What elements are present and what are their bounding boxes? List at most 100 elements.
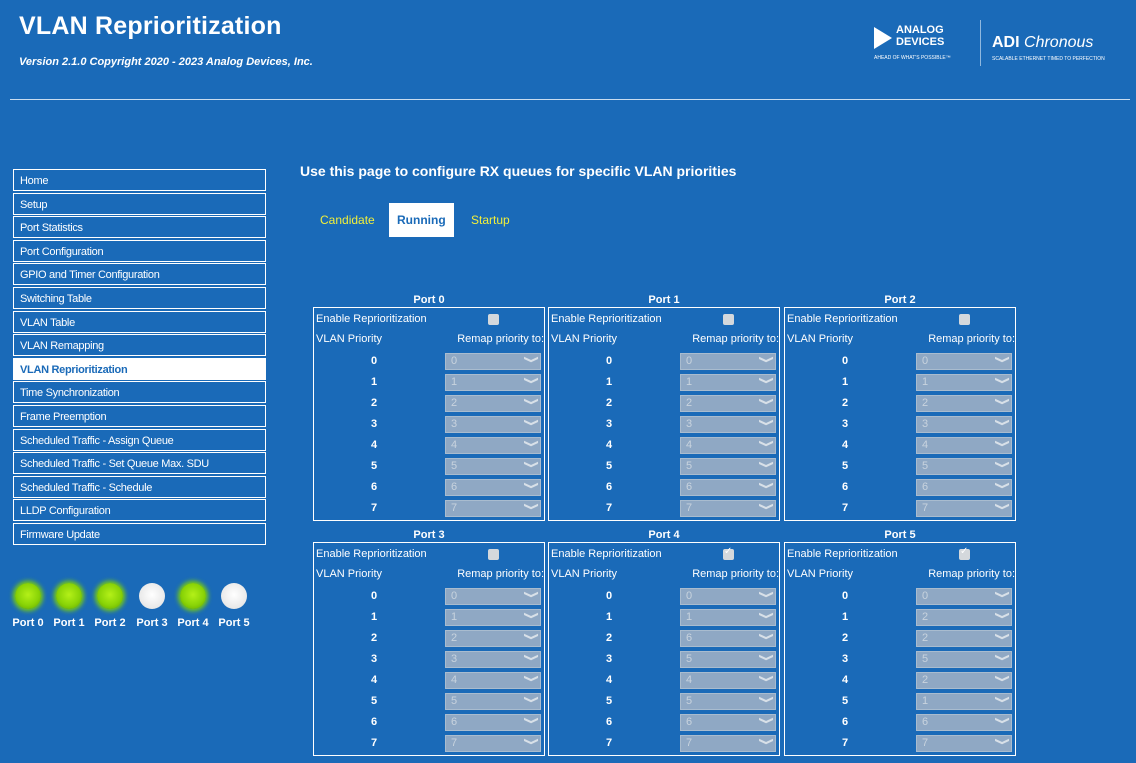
sidebar-item-time-synchronization[interactable]: Time Synchronization bbox=[13, 381, 266, 404]
remap-priority-select[interactable]: 2 ❯ bbox=[445, 630, 541, 647]
remap-priority-select[interactable]: 2 ❯ bbox=[445, 395, 541, 412]
remap-priority-select[interactable]: 2 ❯ bbox=[916, 395, 1012, 412]
remap-priority-select[interactable]: 1 ❯ bbox=[916, 693, 1012, 710]
remap-priority-select[interactable]: 7 ❯ bbox=[680, 500, 776, 517]
vlan-priority-value: 6 bbox=[605, 716, 613, 728]
remap-priority-select[interactable]: 5 ❯ bbox=[445, 693, 541, 710]
remap-priority-select[interactable]: 0 ❯ bbox=[445, 353, 541, 370]
remap-priority-select[interactable]: 3 ❯ bbox=[445, 651, 541, 668]
remap-priority-select[interactable]: 5 ❯ bbox=[445, 458, 541, 475]
sidebar-item-scheduled-traffic-schedule[interactable]: Scheduled Traffic - Schedule bbox=[13, 475, 266, 498]
chevron-down-icon: ❯ bbox=[523, 481, 539, 490]
remap-priority-select[interactable]: 3 ❯ bbox=[916, 416, 1012, 433]
chevron-down-icon: ❯ bbox=[994, 632, 1010, 641]
remap-priority-select[interactable]: 6 ❯ bbox=[445, 479, 541, 496]
remap-priority-select[interactable]: 0 ❯ bbox=[916, 353, 1012, 370]
vlan-priority-value: 5 bbox=[841, 460, 849, 472]
remap-priority-select[interactable]: 2 ❯ bbox=[916, 672, 1012, 689]
sidebar-item-firmware-update[interactable]: Firmware Update bbox=[13, 522, 266, 545]
chevron-down-icon: ❯ bbox=[758, 355, 774, 364]
chevron-down-icon: ❯ bbox=[994, 716, 1010, 725]
tab-startup[interactable]: Startup bbox=[463, 203, 518, 237]
column-headers: VLAN Priority Remap priority to: bbox=[787, 333, 1015, 347]
sidebar-item-vlan-reprioritization[interactable]: VLAN Reprioritization bbox=[13, 357, 266, 380]
priority-row: 5 1 ❯ bbox=[785, 692, 1015, 712]
remap-priority-select[interactable]: 0 ❯ bbox=[680, 353, 776, 370]
chevron-down-icon: ❯ bbox=[758, 716, 774, 725]
remap-priority-value: 2 bbox=[922, 611, 929, 623]
sidebar-item-switching-table[interactable]: Switching Table bbox=[13, 286, 266, 309]
sidebar-item-gpio-and-timer-configuration[interactable]: GPIO and Timer Configuration bbox=[13, 263, 266, 286]
remap-priority-select[interactable]: 6 ❯ bbox=[916, 479, 1012, 496]
remap-priority-select[interactable]: 1 ❯ bbox=[445, 609, 541, 626]
sidebar-item-setup[interactable]: Setup bbox=[13, 192, 266, 215]
remap-priority-select[interactable]: 7 ❯ bbox=[916, 500, 1012, 517]
remap-priority-select[interactable]: 4 ❯ bbox=[445, 437, 541, 454]
remap-priority-select[interactable]: 2 ❯ bbox=[680, 395, 776, 412]
remap-priority-select[interactable]: 1 ❯ bbox=[680, 609, 776, 626]
remap-priority-select[interactable]: 1 ❯ bbox=[680, 374, 776, 391]
enable-reprioritization-checkbox[interactable] bbox=[723, 546, 734, 560]
priority-row: 5 5 ❯ bbox=[314, 692, 544, 712]
remap-priority-select[interactable]: 5 ❯ bbox=[680, 651, 776, 668]
sidebar-item-vlan-table[interactable]: VLAN Table bbox=[13, 310, 266, 333]
remap-priority-select[interactable]: 7 ❯ bbox=[916, 735, 1012, 752]
port-title: Port 4 bbox=[648, 529, 680, 541]
enable-reprioritization-checkbox[interactable] bbox=[723, 314, 734, 325]
priority-row: 0 0 ❯ bbox=[549, 587, 779, 607]
sidebar-item-vlan-remapping[interactable]: VLAN Remapping bbox=[13, 334, 266, 357]
tab-candidate[interactable]: Candidate bbox=[312, 203, 383, 237]
priority-row: 4 2 ❯ bbox=[785, 671, 1015, 691]
remap-priority-select[interactable]: 5 ❯ bbox=[680, 693, 776, 710]
enable-reprioritization-checkbox[interactable] bbox=[488, 549, 499, 560]
remap-priority-select[interactable]: 4 ❯ bbox=[445, 672, 541, 689]
remap-priority-select[interactable]: 0 ❯ bbox=[916, 588, 1012, 605]
tab-running[interactable]: Running bbox=[389, 203, 454, 237]
remap-priority-select[interactable]: 4 ❯ bbox=[916, 437, 1012, 454]
port-led-2 bbox=[97, 583, 123, 609]
remap-priority-select[interactable]: 6 ❯ bbox=[680, 479, 776, 496]
chevron-down-icon: ❯ bbox=[758, 502, 774, 511]
sidebar-item-lldp-configuration[interactable]: LLDP Configuration bbox=[13, 499, 266, 522]
enable-reprioritization-checkbox[interactable] bbox=[959, 546, 970, 560]
remap-priority-select[interactable]: 3 ❯ bbox=[680, 416, 776, 433]
sidebar-item-port-statistics[interactable]: Port Statistics bbox=[13, 216, 266, 239]
priority-row: 1 1 ❯ bbox=[549, 608, 779, 628]
vlan-priority-value: 4 bbox=[841, 674, 849, 686]
remap-priority-select[interactable]: 1 ❯ bbox=[916, 374, 1012, 391]
remap-priority-select[interactable]: 5 ❯ bbox=[916, 458, 1012, 475]
remap-priority-select[interactable]: 6 ❯ bbox=[680, 714, 776, 731]
remap-priority-select[interactable]: 1 ❯ bbox=[445, 374, 541, 391]
vlan-priority-value: 1 bbox=[370, 376, 378, 388]
remap-priority-select[interactable]: 3 ❯ bbox=[445, 416, 541, 433]
enable-reprioritization-checkbox[interactable] bbox=[488, 314, 499, 325]
sidebar-item-frame-preemption[interactable]: Frame Preemption bbox=[13, 404, 266, 427]
sidebar-item-home[interactable]: Home bbox=[13, 169, 266, 191]
remap-priority-select[interactable]: 4 ❯ bbox=[680, 672, 776, 689]
page-title: VLAN Reprioritization bbox=[19, 12, 282, 40]
remap-priority-select[interactable]: 0 ❯ bbox=[445, 588, 541, 605]
remap-priority-select[interactable]: 2 ❯ bbox=[916, 630, 1012, 647]
sidebar-item-scheduled-traffic-assign-queue[interactable]: Scheduled Traffic - Assign Queue bbox=[13, 428, 266, 451]
remap-priority-select[interactable]: 7 ❯ bbox=[445, 500, 541, 517]
remap-priority-select[interactable]: 6 ❯ bbox=[680, 630, 776, 647]
remap-priority-select[interactable]: 7 ❯ bbox=[680, 735, 776, 752]
remap-priority-select[interactable]: 7 ❯ bbox=[445, 735, 541, 752]
remap-priority-select[interactable]: 5 ❯ bbox=[680, 458, 776, 475]
remap-priority-select[interactable]: 6 ❯ bbox=[445, 714, 541, 731]
remap-priority-value: 0 bbox=[686, 355, 693, 367]
remap-priority-value: 6 bbox=[922, 481, 929, 493]
chevron-down-icon: ❯ bbox=[523, 460, 539, 469]
enable-reprioritization-checkbox[interactable] bbox=[959, 314, 970, 325]
sidebar-item-scheduled-traffic-set-queue-max-sdu[interactable]: Scheduled Traffic - Set Queue Max. SDU bbox=[13, 452, 266, 475]
vlan-priority-value: 4 bbox=[841, 439, 849, 451]
enable-reprioritization-label: Enable Reprioritization bbox=[551, 548, 662, 560]
remap-priority-select[interactable]: 0 ❯ bbox=[680, 588, 776, 605]
sidebar-item-port-configuration[interactable]: Port Configuration bbox=[13, 239, 266, 262]
remap-priority-select[interactable]: 4 ❯ bbox=[680, 437, 776, 454]
remap-priority-select[interactable]: 6 ❯ bbox=[916, 714, 1012, 731]
remap-priority-select[interactable]: 2 ❯ bbox=[916, 609, 1012, 626]
remap-priority-select[interactable]: 5 ❯ bbox=[916, 651, 1012, 668]
vlan-priority-value: 7 bbox=[605, 502, 613, 514]
priority-row: 2 2 ❯ bbox=[785, 629, 1015, 649]
